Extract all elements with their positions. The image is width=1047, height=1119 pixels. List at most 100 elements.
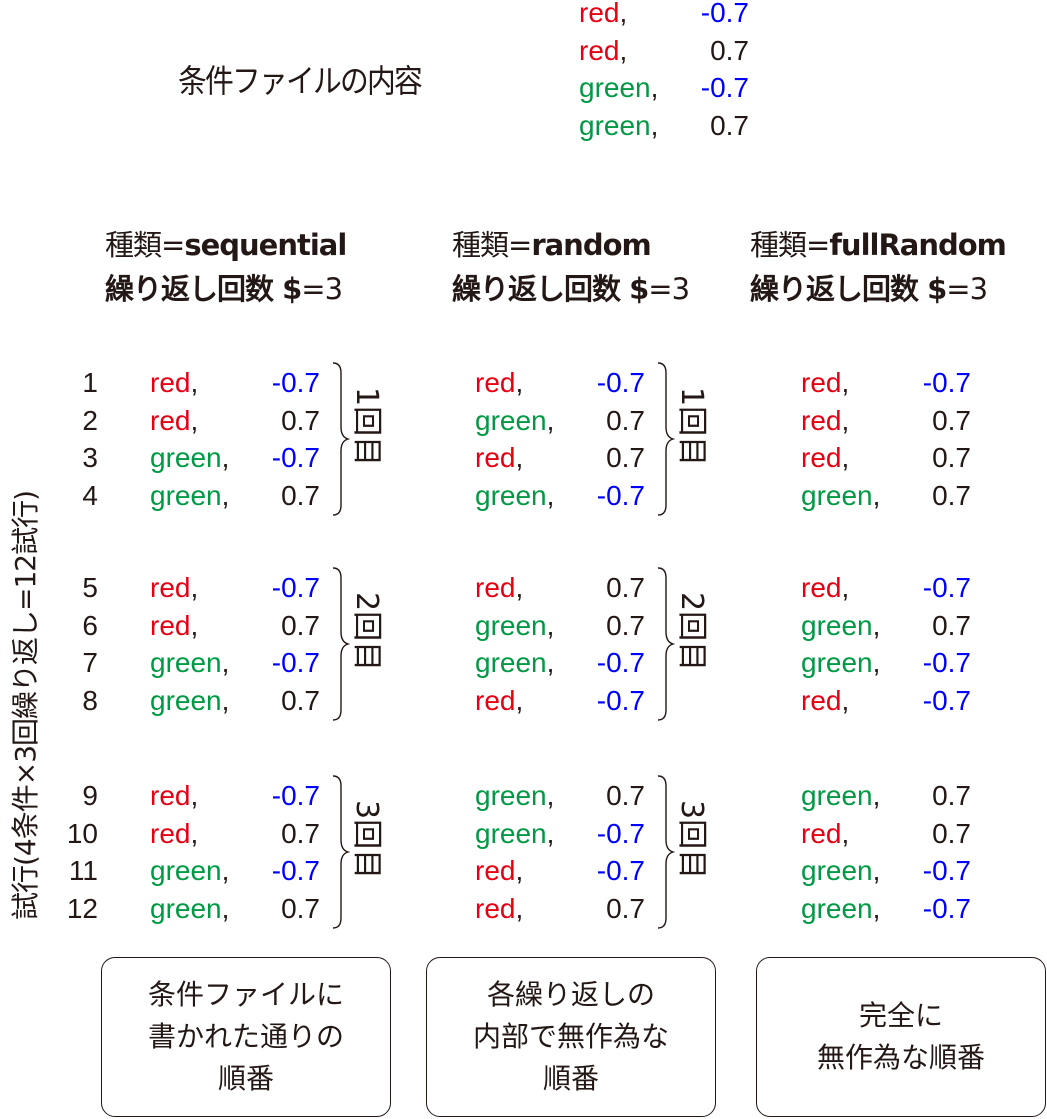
condition-color: green,: [150, 892, 230, 924]
reps-label: 繰り返し回数: [750, 272, 928, 306]
condition-value: 0.7: [932, 817, 971, 849]
trial-row: green, -0.7: [475, 815, 795, 853]
condition-color: red,: [475, 684, 524, 716]
condition-color: green,: [801, 855, 881, 886]
trial-number: 9: [82, 780, 98, 811]
condition-color: red,: [150, 817, 199, 849]
comma: ,: [546, 609, 555, 641]
comma: ,: [190, 817, 199, 849]
description-line: 順番: [217, 1062, 274, 1095]
round-brace-icon: [657, 362, 675, 516]
condition-value: -0.7: [271, 855, 320, 886]
condition-value: -0.7: [596, 817, 645, 849]
condition-value: 0.7: [932, 609, 971, 641]
trial-number: 8: [82, 684, 98, 716]
type-value: fullRandom: [829, 228, 1007, 262]
description-line: 条件ファイルに: [147, 978, 344, 1011]
condition-color: green,: [801, 479, 881, 511]
comma: ,: [650, 109, 659, 141]
trial-row: green, -0.7: [801, 890, 1047, 928]
condition-value: 0.7: [281, 404, 320, 436]
comma: ,: [190, 572, 199, 603]
round-label: 3回目: [349, 800, 384, 880]
condition-color: red,: [801, 684, 850, 716]
trial-number: 11: [68, 855, 98, 886]
condition-color: green,: [475, 647, 555, 678]
comma: ,: [190, 404, 199, 436]
trial-row: red, 0.7: [801, 439, 1047, 477]
trial-number: 1: [82, 367, 98, 398]
condition-value: 0.7: [281, 817, 320, 849]
condition-color: red,: [150, 367, 199, 398]
reps-label: 繰り返し回数: [105, 272, 283, 306]
trial-row: red, -0.7: [475, 682, 795, 720]
condition-value: 0.7: [710, 109, 749, 141]
column-header-random: 種類=random 繰り返し回数 $=3: [452, 223, 690, 311]
trial-row: green, 0.7: [475, 607, 795, 645]
trial-row: red, -0.7: [801, 364, 1047, 402]
trial-row: green, 0.7: [150, 682, 470, 720]
condition-value: -0.7: [700, 72, 749, 103]
type-value: random: [531, 228, 651, 262]
round-brace-icon: [332, 775, 350, 929]
condition-color: red,: [150, 404, 199, 436]
condition-color: red,: [150, 780, 199, 811]
condition-value: -0.7: [922, 684, 971, 716]
description-line: 書かれた通りの: [147, 1020, 344, 1053]
comma: ,: [872, 780, 881, 811]
condition-color: green,: [801, 647, 881, 678]
comma: ,: [190, 367, 199, 398]
comma: ,: [841, 367, 850, 398]
condition-value: 0.7: [281, 892, 320, 924]
trial-row: green, 0.7: [579, 107, 899, 145]
trial-number: 12: [66, 892, 98, 924]
trial-row: red, -0.7: [801, 682, 1047, 720]
condition-color: green,: [579, 109, 659, 141]
condition-color: red,: [150, 572, 199, 603]
condition-color: red,: [475, 892, 524, 924]
condition-color: red,: [801, 817, 850, 849]
description-box-random: 各繰り返しの 内部で無作為な 順番: [426, 957, 716, 1117]
condition-value: 0.7: [606, 780, 645, 811]
description-text: 条件ファイルに 書かれた通りの 順番: [148, 974, 344, 1100]
type-value: sequential: [184, 228, 347, 262]
column-header-fullrandom: 種類=fullRandom 繰り返し回数 $=3: [750, 223, 1007, 311]
comma: ,: [515, 572, 524, 603]
description-box-fullrandom: 完全に 無作為な順番: [756, 957, 1046, 1117]
comma: ,: [190, 780, 199, 811]
condition-value: -0.7: [596, 479, 645, 511]
round-label: 2回目: [349, 592, 384, 672]
condition-color: red,: [801, 367, 850, 398]
trial-row: green, 0.7: [475, 777, 795, 815]
trial-row: green, -0.7: [475, 644, 795, 682]
condition-color: red,: [150, 609, 199, 641]
type-prefix: 種類=: [452, 228, 532, 262]
condition-value: -0.7: [271, 442, 320, 473]
condition-value: 0.7: [606, 609, 645, 641]
condition-value: -0.7: [271, 780, 320, 811]
condition-color: red,: [475, 442, 524, 473]
comma: ,: [546, 479, 555, 511]
condition-color: red,: [579, 34, 628, 66]
description-text: 完全に 無作為な順番: [817, 995, 985, 1079]
condition-value: 0.7: [606, 892, 645, 924]
comma: ,: [515, 892, 524, 924]
description-line: 無作為な順番: [816, 1041, 985, 1074]
type-prefix: 種類=: [105, 228, 185, 262]
condition-color: green,: [801, 892, 881, 924]
reps-value: =3: [648, 272, 690, 306]
comma: ,: [619, 0, 628, 28]
condition-value: 0.7: [932, 404, 971, 436]
reps-dollar: $: [629, 272, 649, 306]
description-text: 各繰り返しの 内部で無作為な 順番: [473, 974, 669, 1100]
condition-color: green,: [150, 855, 230, 886]
condition-value: -0.7: [271, 647, 320, 678]
reps-value: =3: [301, 272, 343, 306]
trial-row: green, 0.7: [475, 402, 795, 440]
condition-value: -0.7: [922, 647, 971, 678]
round-label: 2回目: [674, 592, 709, 672]
comma: ,: [515, 367, 524, 398]
condition-color: green,: [150, 479, 230, 511]
trial-row: red, 0.7: [150, 815, 470, 853]
reps-label: 繰り返し回数: [452, 272, 630, 306]
